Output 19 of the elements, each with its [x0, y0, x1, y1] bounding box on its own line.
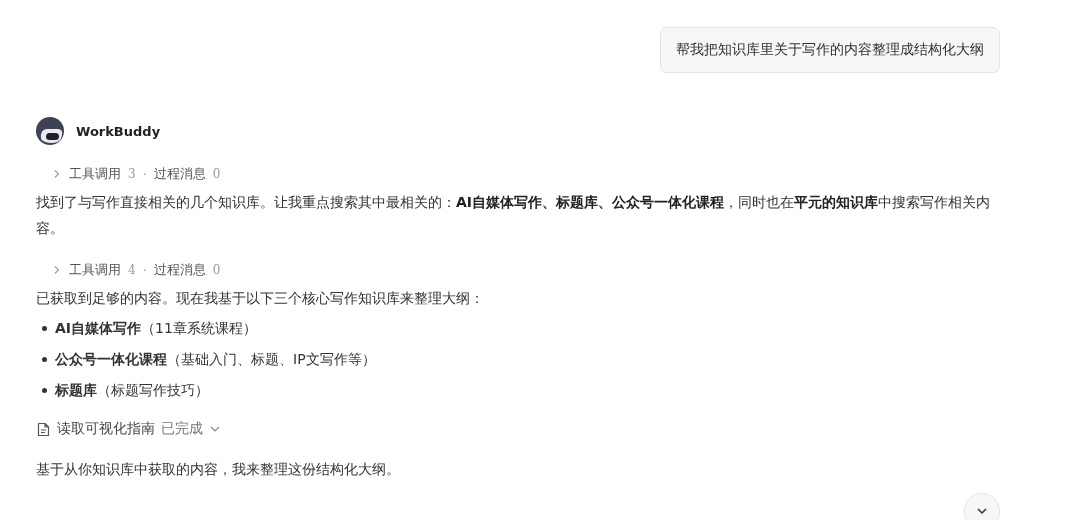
avatar-icon	[36, 117, 64, 145]
message-paragraph: 基于从你知识库中获取的内容，我来整理这份结构化大纲。	[36, 460, 401, 479]
list-item: 标题库（标题写作技巧）	[55, 381, 209, 400]
list-item: AI自媒体写作（11章系统课程）	[55, 319, 257, 338]
tool-summary-toggle[interactable]: 工具调用 3 · 过程消息 0	[36, 165, 221, 183]
bullet-icon	[42, 326, 47, 331]
list-item: 公众号一体化课程（基础入门、标题、IP文写作等）	[55, 350, 376, 369]
document-icon	[36, 421, 51, 437]
bullet-icon	[42, 357, 47, 362]
assistant-name: WorkBuddy	[76, 123, 161, 139]
message-paragraph: 找到了与写作直接相关的几个知识库。让我重点搜索其中最相关的：AI自媒体写作、标题库、公众号一体化课程，同时也在平元的知识库中搜索写作相关内容。	[36, 193, 992, 238]
scroll-down-button[interactable]	[964, 493, 1000, 520]
task-status-toggle[interactable]: 读取可视化指南 已完成	[36, 420, 221, 438]
message-paragraph: 已获取到足够的内容。现在我基于以下三个核心写作知识库来整理大纲：	[36, 289, 485, 308]
chevron-icon	[52, 265, 62, 275]
user-message: 帮我把知识库里关于写作的内容整理成结构化大纲	[660, 27, 1000, 73]
tool-summary-toggle[interactable]: 工具调用 4 · 过程消息 0	[36, 261, 221, 279]
bullet-icon	[42, 388, 47, 393]
chevron-icon	[52, 169, 62, 179]
